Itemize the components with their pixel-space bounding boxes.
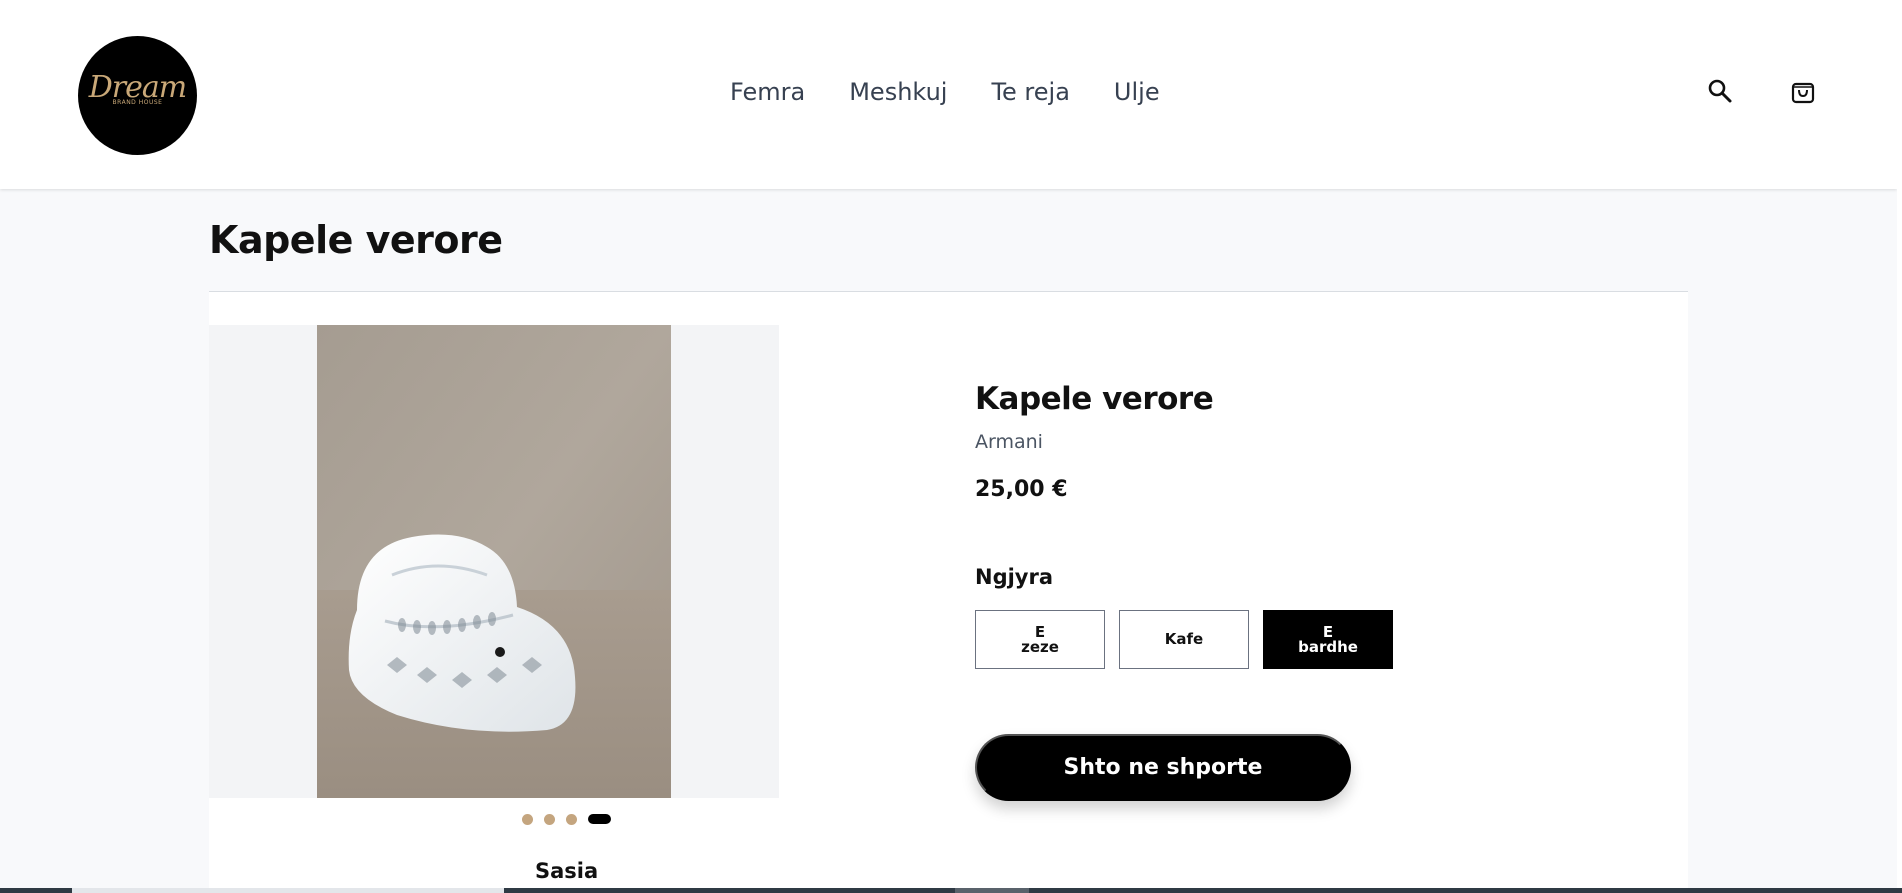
nav-item-te-reja[interactable]: Te reja bbox=[991, 78, 1069, 112]
product-price: 25,00 € bbox=[975, 477, 1068, 502]
color-label: Ngjyra bbox=[975, 565, 1054, 589]
logo-subtitle: BRAND HOUSE bbox=[112, 99, 163, 106]
product-brand: Armani bbox=[975, 431, 1043, 453]
gallery-dot[interactable] bbox=[566, 813, 577, 825]
page-title: Kapele verore bbox=[209, 218, 503, 262]
product-gallery[interactable] bbox=[209, 325, 779, 798]
color-option-e-zeze[interactable]: E zeze bbox=[975, 610, 1105, 669]
color-option-kafe[interactable]: Kafe bbox=[1119, 610, 1249, 669]
brand-logo[interactable]: Dream BRAND HOUSE bbox=[78, 36, 197, 155]
color-option-e-bardhe[interactable]: E bardhe bbox=[1263, 610, 1393, 669]
scrollbar-marker bbox=[955, 888, 1029, 893]
nav-item-femra[interactable]: Femra bbox=[730, 78, 805, 112]
product-title: Kapele verore bbox=[975, 381, 1214, 417]
nav-item-ulje[interactable]: Ulje bbox=[1114, 78, 1160, 112]
horizontal-scrollbar[interactable] bbox=[0, 888, 1902, 893]
gallery-dot[interactable] bbox=[522, 813, 533, 825]
site-header: Dream BRAND HOUSE Femra Meshkuj Te reja … bbox=[0, 0, 1897, 189]
product-image[interactable] bbox=[317, 325, 671, 798]
add-to-cart-button[interactable]: Shto ne shporte bbox=[975, 734, 1351, 801]
page: Dream BRAND HOUSE Femra Meshkuj Te reja … bbox=[0, 0, 1897, 888]
quantity-label: Sasia bbox=[535, 859, 599, 883]
search-icon[interactable] bbox=[1706, 77, 1734, 105]
gallery-dots bbox=[522, 813, 611, 825]
gallery-dot-active[interactable] bbox=[588, 814, 611, 824]
gallery-dot[interactable] bbox=[544, 813, 555, 825]
scrollbar-thumb[interactable] bbox=[72, 888, 504, 893]
main-nav: Femra Meshkuj Te reja Ulje bbox=[730, 78, 1160, 112]
color-options: E zeze Kafe E bardhe bbox=[975, 610, 1393, 669]
vertical-scrollbar[interactable] bbox=[1897, 0, 1902, 893]
nav-item-meshkuj[interactable]: Meshkuj bbox=[849, 78, 947, 112]
shopping-bag-icon[interactable] bbox=[1789, 77, 1817, 105]
